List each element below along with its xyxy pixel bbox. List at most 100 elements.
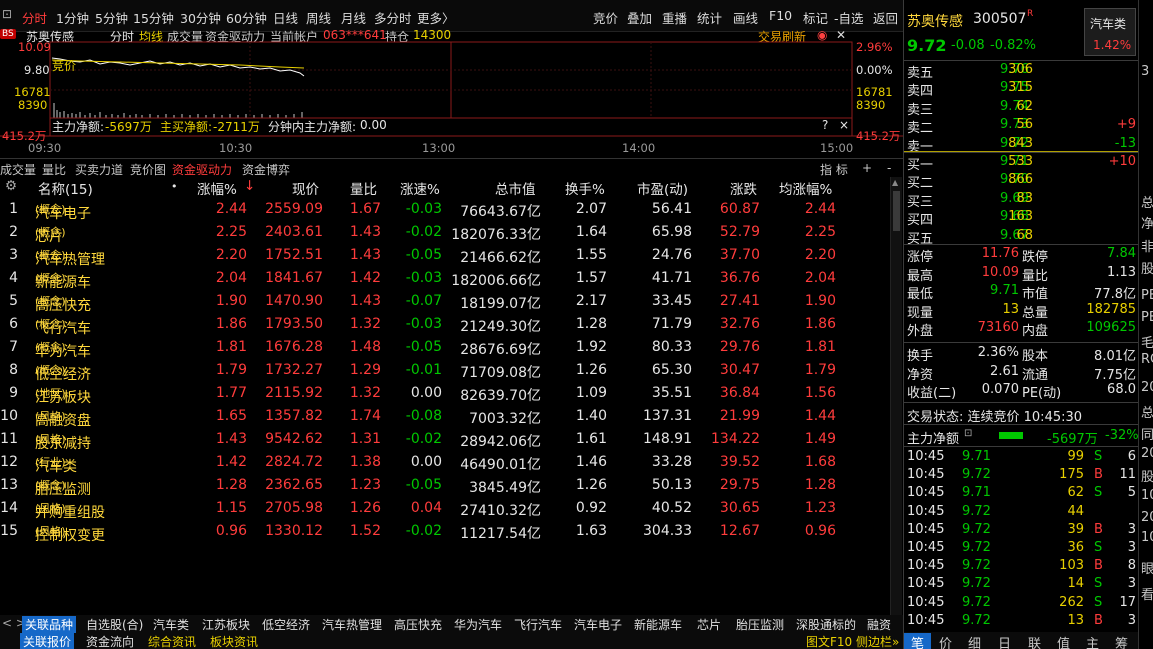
sector-name-cell[interactable]: 并购重组股 (风格) [35,500,105,521]
stats-button[interactable]: 统计 [697,8,722,27]
tab-auction-chart[interactable]: 竞价图 [130,161,166,178]
window-icon[interactable]: ⊡ [2,7,12,21]
sector-name-cell[interactable]: 低空经济 (概念) [35,362,91,383]
sector-name-cell[interactable]: 股东减持 (风格) [35,431,91,452]
mark-button[interactable]: 标记 [803,8,828,27]
tab-related-products[interactable]: 关联品种 [22,616,77,633]
f10-sidebar-toggle[interactable]: 图文F10 侧边栏» [806,633,899,649]
tab-fund-flow[interactable]: 资金流向 [86,633,134,649]
tab-period-15min[interactable]: 15分钟 [133,8,174,27]
table-row[interactable]: 2 2.25 2403.61 1.43 -0.02 182076.33亿 1.64 65.98… [0,222,890,245]
help-icon[interactable]: ? [822,118,828,132]
tab-period-day[interactable]: 日线 [273,8,298,27]
table-row[interactable]: 4 2.04 1841.67 1.42 -0.03 182006.66亿 1.57 41.71… [0,268,890,291]
table-row[interactable]: 8 1.79 1732.27 1.29 -0.01 71709.08亿 1.26 65.30 3… [0,360,890,383]
tab-sector-news[interactable]: 板块资讯 [210,633,258,649]
sector-name-cell[interactable]: 汽车电子 (概念) [35,201,91,222]
tab-shenzhen-connect[interactable]: 深股通标的 [796,616,856,633]
remove-indicator-button[interactable]: - [887,161,891,175]
tab-price[interactable]: 价 [939,633,952,649]
tab-detail[interactable]: 细 [968,633,981,649]
tab-nev[interactable]: 新能源车 [634,616,682,633]
overlay-button[interactable]: 叠加 [627,8,652,27]
sector-name-cell[interactable]: 汽车类 (行业) [35,454,77,475]
bs-badge[interactable]: BS [0,29,16,39]
replay-button[interactable]: 重播 [662,8,687,27]
tab-thermal[interactable]: 汽车热管理 [322,616,382,633]
table-row[interactable]: 6 1.86 1793.50 1.32 -0.03 21249.30亿 1.28 71.79 3… [0,314,890,337]
tab-auto-electronics[interactable]: 汽车电子 [574,616,622,633]
sector-box[interactable]: 汽车类 1.42% [1084,8,1136,56]
tab-margin[interactable]: 融资 [867,616,891,633]
tab-low-altitude[interactable]: 低空经济 [262,616,310,633]
tab-related-quotes[interactable]: 关联报价 [20,633,75,649]
col-pe[interactable]: 市盈(动) [637,178,688,198]
tab-tpms[interactable]: 胎压监测 [736,616,784,633]
tab-buysell-force[interactable]: 买卖力道 [75,161,123,178]
draw-button[interactable]: 画线 [733,8,758,27]
col-avg-change[interactable]: 均涨幅% [779,178,832,198]
sector-name-cell[interactable]: 高融资盘 (风格) [35,408,91,429]
tab-capital-drive[interactable]: 资金驱动力 [172,161,232,178]
table-row[interactable]: 9 1.77 2115.92 1.32 0.00 82639.70亿 1.09 35.51 36… [0,383,890,406]
sector-name-cell[interactable]: 胎压监测 (概念) [35,477,91,498]
f10-button[interactable]: F10 [769,8,792,23]
auction-button[interactable]: 竞价 [593,8,618,27]
col-price[interactable]: 现价 [292,178,319,198]
table-row[interactable]: 14 1.15 2705.98 1.26 0.04 27410.32亿 0.92 40.52 3… [0,498,890,521]
sector-name-cell[interactable]: 控制权变更 (风格) [35,523,105,544]
col-diff[interactable]: 涨跌 [730,178,757,198]
add-watchlist-button[interactable]: -自选 [834,8,864,27]
tab-news[interactable]: 综合资讯 [148,633,196,649]
tab-linked[interactable]: 联 [1028,633,1041,649]
tab-volume[interactable]: 成交量 [0,161,36,178]
col-change-pct[interactable]: 涨幅% [197,178,237,198]
tab-chip[interactable]: 芯片 [697,616,721,633]
sector-name-cell[interactable]: 新能源车 (概念) [35,270,91,291]
tab-period-week[interactable]: 周线 [306,8,331,27]
sector-name-cell[interactable]: 高压快充 (概念) [35,293,91,314]
table-row[interactable]: 5 1.90 1470.90 1.43 -0.07 18199.07亿 2.17 33.45 2… [0,291,890,314]
tab-volume-ratio[interactable]: 量比 [42,161,66,178]
tab-watchlist[interactable]: 自选股(合) [86,616,143,633]
sector-name-cell[interactable]: 芯片 (概念) [35,224,66,245]
tab-period-more[interactable]: 更多〉 [417,8,455,27]
tab-auto[interactable]: 汽车类 [153,616,189,633]
settings-gear-icon[interactable]: ⚙ [5,178,17,194]
table-row[interactable]: 11 1.43 9542.62 1.31 -0.02 28942.06亿 1.61 148.9… [0,429,890,452]
table-row[interactable]: 3 2.20 1752.51 1.43 -0.05 21466.62亿 1.55 24.76 3… [0,245,890,268]
tab-capital-game[interactable]: 资金博弈 [242,161,290,178]
tab-period-fenshi[interactable]: 分时 [22,8,47,27]
table-row[interactable]: 1 2.44 2559.09 1.67 -0.03 76643.67亿 2.07 56.41 6… [0,199,890,222]
col-speed[interactable]: 涨速% [400,178,440,198]
indicator-button[interactable]: 指 标 [820,161,848,178]
tab-period-60min[interactable]: 60分钟 [226,8,267,27]
col-volume-ratio[interactable]: 量比 [350,178,377,198]
close-flow-icon[interactable]: × [839,118,849,132]
tab-fast-charge[interactable]: 高压快充 [394,616,442,633]
table-row[interactable]: 10 1.65 1357.82 1.74 -0.08 7003.32亿 1.40 137.31… [0,406,890,429]
table-row[interactable]: 13 1.28 2362.65 1.23 -0.05 3845.49亿 1.26 50.13 2… [0,475,890,498]
sector-name-cell[interactable]: 汽车热管理 (概念) [35,247,105,268]
tab-period-1min[interactable]: 1分钟 [56,8,89,27]
tab-daily[interactable]: 日 [998,633,1011,649]
tab-huawei-auto[interactable]: 华为汽车 [454,616,502,633]
col-turnover[interactable]: 换手% [565,178,605,198]
sector-name-cell[interactable]: 飞行汽车 (概念) [35,316,91,337]
table-scrollbar[interactable]: ▲ [890,177,902,617]
tab-jiangsu[interactable]: 江苏板块 [202,616,250,633]
tab-period-5min[interactable]: 5分钟 [95,8,128,27]
back-button[interactable]: 返回 [873,8,898,27]
tab-period-multi[interactable]: 多分时 [374,8,412,27]
add-indicator-button[interactable]: + [862,161,872,175]
tab-period-month[interactable]: 月线 [341,8,366,27]
table-row[interactable]: 15 0.96 1330.12 1.52 -0.02 11217.54亿 1.63 304.3… [0,521,890,544]
sector-name-cell[interactable]: 江苏板块 (地区) [35,385,91,406]
sector-name-cell[interactable]: 华为汽车 (概念) [35,339,91,360]
tab-main[interactable]: 主 [1086,633,1099,649]
tab-flying-car[interactable]: 飞行汽车 [514,616,562,633]
table-row[interactable]: 7 1.81 1676.28 1.48 -0.05 28676.69亿 1.92 80.33 2… [0,337,890,360]
col-market-cap[interactable]: 总市值 [495,178,536,198]
table-row[interactable]: 12 1.42 2824.72 1.38 0.00 46490.01亿 1.46 33.28 3… [0,452,890,475]
col-name[interactable]: 名称(15) [38,178,93,198]
